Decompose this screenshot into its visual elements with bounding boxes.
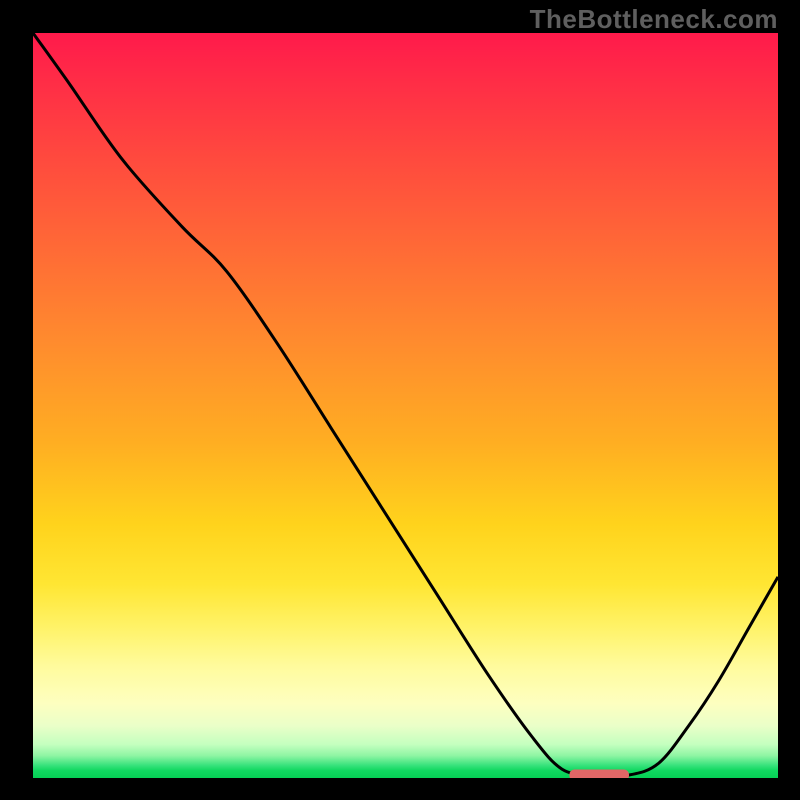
optimal-range-marker bbox=[569, 770, 629, 779]
curve-layer bbox=[33, 33, 778, 778]
chart-frame: TheBottleneck.com bbox=[0, 0, 800, 800]
bottleneck-curve-path bbox=[33, 33, 778, 776]
plot-area bbox=[33, 33, 778, 778]
watermark-text: TheBottleneck.com bbox=[530, 4, 778, 35]
